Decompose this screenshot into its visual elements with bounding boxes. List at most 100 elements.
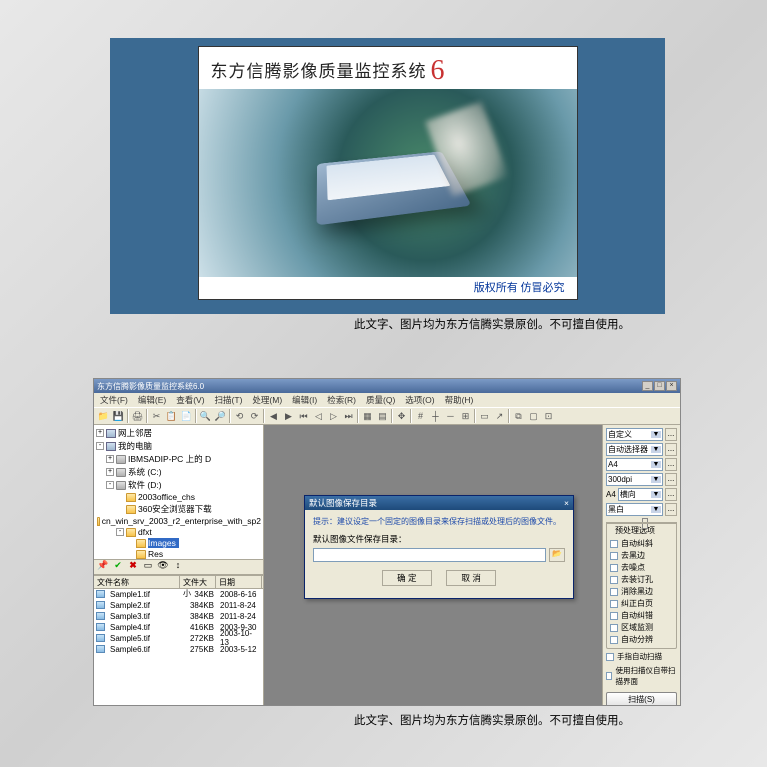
extra-option[interactable]: 手指自动扫描	[606, 651, 677, 662]
menu-item[interactable]: 查看(V)	[172, 394, 208, 406]
file-row[interactable]: Sample1.tif34KB2008-6-16	[94, 589, 263, 600]
tree-toggle[interactable]: -	[96, 442, 104, 450]
tree-item[interactable]: -dfxt	[96, 527, 261, 538]
column-header[interactable]: 文件名称	[94, 576, 180, 588]
tree-item[interactable]: +IBMSADIP-PC 上的 D	[96, 453, 261, 466]
toolbar-button[interactable]: 🔎	[213, 409, 228, 424]
toolbar-button[interactable]: ⊞	[458, 409, 473, 424]
preprocess-option[interactable]: 自动纠斜	[610, 538, 673, 549]
menu-item[interactable]: 编辑(I)	[288, 394, 321, 406]
tree-toggle[interactable]: +	[106, 468, 114, 476]
tree-item[interactable]: -我的电脑	[96, 440, 261, 453]
ellipsis-button[interactable]: ...	[665, 443, 677, 456]
menu-item[interactable]: 质量(Q)	[362, 394, 399, 406]
close-button[interactable]: ×	[666, 381, 677, 391]
box-icon[interactable]: ▭	[141, 560, 155, 573]
file-row[interactable]: Sample5.tif272KB2003-10-13	[94, 633, 263, 644]
scan-button[interactable]: 扫描(S)	[606, 692, 677, 705]
tree-item[interactable]: +系统 (C:)	[96, 466, 261, 479]
toolbar-button[interactable]: ⏮	[296, 409, 311, 424]
tree-item[interactable]: 2003office_chs	[96, 492, 261, 503]
checkbox[interactable]	[610, 600, 618, 608]
eye-icon[interactable]: 👁	[156, 560, 170, 573]
tree-item[interactable]: -软件 (D:)	[96, 479, 261, 492]
toolbar-button[interactable]: ↗	[492, 409, 507, 424]
preprocess-option[interactable]: 去装订孔	[610, 574, 673, 585]
tree-toggle[interactable]: -	[116, 528, 124, 536]
ok-button[interactable]: 确 定	[382, 570, 432, 586]
folder-tree[interactable]: +网上邻居-我的电脑+IBMSADIP-PC 上的 D+系统 (C:)-软件 (…	[94, 425, 263, 559]
toolbar-button[interactable]: ─	[443, 409, 458, 424]
toolbar-button[interactable]: ✂	[149, 409, 164, 424]
setting-select[interactable]: A4▼	[606, 458, 663, 471]
ellipsis-button[interactable]: ...	[665, 473, 677, 486]
setting-select[interactable]: 300dpi▼	[606, 473, 663, 486]
checkbox[interactable]	[610, 540, 618, 548]
preprocess-option[interactable]: 区域监测	[610, 622, 673, 633]
preprocess-option[interactable]: 自动分辨	[610, 634, 673, 645]
toolbar-button[interactable]: ▶	[281, 409, 296, 424]
minimize-button[interactable]: _	[642, 381, 653, 391]
delete-icon[interactable]: ✖	[126, 560, 140, 573]
ellipsis-button[interactable]: ...	[665, 428, 677, 441]
ellipsis-button[interactable]: ...	[665, 488, 677, 501]
tree-item[interactable]: cn_win_srv_2003_r2_enterprise_with_sp2	[96, 516, 261, 527]
toolbar-button[interactable]: ⏭	[341, 409, 356, 424]
tree-toggle[interactable]: +	[96, 429, 104, 437]
menu-item[interactable]: 帮助(H)	[441, 394, 478, 406]
toolbar-button[interactable]: 📄	[179, 409, 194, 424]
tree-toggle[interactable]: -	[106, 481, 114, 489]
menu-item[interactable]: 处理(M)	[248, 394, 286, 406]
menu-item[interactable]: 编辑(E)	[134, 394, 170, 406]
checkbox[interactable]	[606, 653, 614, 661]
checkbox[interactable]	[610, 612, 618, 620]
preprocess-option[interactable]: 纠正白页	[610, 598, 673, 609]
toolbar-button[interactable]: ◁	[311, 409, 326, 424]
file-row[interactable]: Sample2.tif384KB2011-8-24	[94, 600, 263, 611]
toolbar-button[interactable]: ⧉	[511, 409, 526, 424]
checkbox[interactable]	[610, 624, 618, 632]
file-row[interactable]: Sample6.tif275KB2003-5-12	[94, 644, 263, 655]
toolbar-button[interactable]: ⟲	[232, 409, 247, 424]
extra-option[interactable]: 使用扫描仪自带扫描界面	[606, 665, 677, 687]
tree-item[interactable]: Res	[96, 549, 261, 559]
file-list[interactable]: 文件名称文件大小日期 Sample1.tif34KB2008-6-16Sampl…	[94, 575, 263, 706]
toolbar-button[interactable]: ▢	[526, 409, 541, 424]
menu-item[interactable]: 选项(O)	[401, 394, 438, 406]
toolbar-button[interactable]: 💾	[111, 409, 126, 424]
checkbox[interactable]	[606, 672, 612, 680]
menu-item[interactable]: 检索(R)	[323, 394, 360, 406]
column-header[interactable]: 文件大小	[180, 576, 216, 588]
checkbox[interactable]	[610, 636, 618, 644]
toolbar-button[interactable]: 🖨	[130, 409, 145, 424]
save-path-input[interactable]	[313, 548, 546, 562]
setting-select[interactable]: 自定义▼	[606, 428, 663, 441]
preprocess-option[interactable]: 消除黑边	[610, 586, 673, 597]
tree-item[interactable]: +网上邻居	[96, 427, 261, 440]
setting-select[interactable]: 横向▼	[618, 488, 663, 501]
preprocess-option[interactable]: 自动纠错	[610, 610, 673, 621]
toolbar-button[interactable]: 📋	[164, 409, 179, 424]
pin-icon[interactable]: 📌	[96, 560, 110, 573]
toolbar-button[interactable]: 🔍	[198, 409, 213, 424]
checkbox[interactable]	[610, 588, 618, 596]
tree-item[interactable]: 360安全浏览器下载	[96, 503, 261, 516]
toolbar-button[interactable]: ▭	[477, 409, 492, 424]
maximize-button[interactable]: □	[654, 381, 665, 391]
menu-item[interactable]: 扫描(T)	[211, 394, 247, 406]
tree-toggle[interactable]: +	[106, 455, 114, 463]
dialog-close-icon[interactable]: ×	[564, 498, 569, 508]
tree-item[interactable]: Images	[96, 538, 261, 549]
toolbar-button[interactable]: ✥	[394, 409, 409, 424]
checkbox[interactable]	[610, 552, 618, 560]
toolbar-button[interactable]: ◀	[266, 409, 281, 424]
toolbar-button[interactable]: ▤	[375, 409, 390, 424]
toolbar-button[interactable]: ⊡	[541, 409, 556, 424]
toolbar-button[interactable]: ▦	[360, 409, 375, 424]
toolbar-button[interactable]: ┼	[428, 409, 443, 424]
ellipsis-button[interactable]: ...	[665, 458, 677, 471]
toolbar-button[interactable]: ⟳	[247, 409, 262, 424]
setting-select[interactable]: 黑白▼	[606, 503, 663, 516]
menu-item[interactable]: 文件(F)	[96, 394, 132, 406]
file-row[interactable]: Sample3.tif384KB2011-8-24	[94, 611, 263, 622]
